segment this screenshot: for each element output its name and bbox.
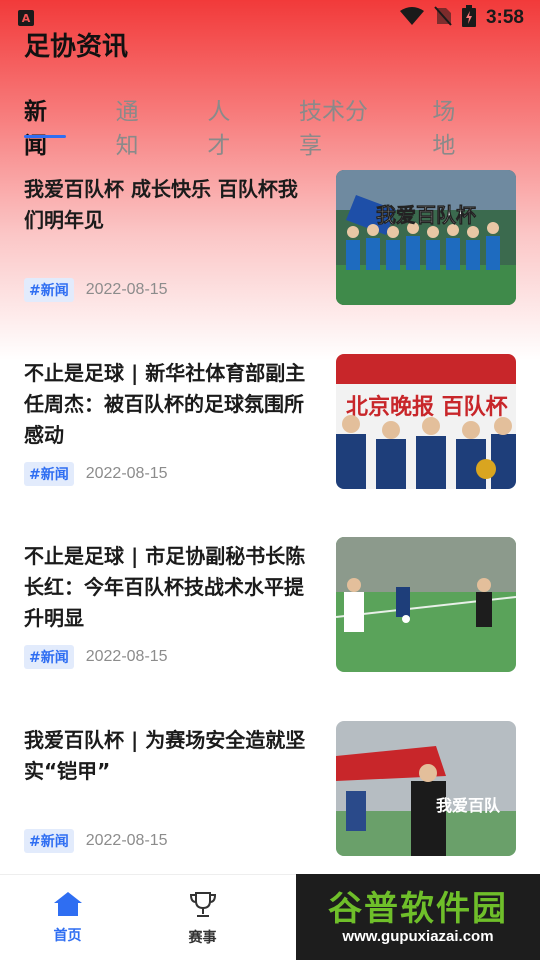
news-item[interactable]: 不止是足球 | 市足协副秘书长陈长红：今年百队杯技战术水平提升明显 #新闻 20… [0, 537, 540, 721]
news-title: 不止是足球 | 新华社体育部副主任周杰：被百队杯的足球氛围所感动 [24, 360, 306, 447]
thumb-caption: 北京晚报 百队杯 [346, 394, 508, 420]
news-meta: #新闻 2022-08-15 [24, 461, 168, 486]
thumb-caption: 我爱百队杯 [376, 203, 476, 227]
notification-app-icon: A [18, 10, 34, 26]
news-meta: #新闻 2022-08-15 [24, 828, 168, 853]
news-item[interactable]: 我爱百队杯 成长快乐 百队杯我们明年见 #新闻 2022-08-15 我爱百队杯 [0, 170, 540, 354]
news-tag: #新闻 [24, 828, 74, 853]
news-tag: #新闻 [24, 645, 74, 669]
nav-events[interactable]: 赛事 [135, 875, 270, 960]
thumb-caption: 我爱百队 [436, 796, 501, 815]
trophy-icon [188, 891, 218, 923]
nav-home[interactable]: 首页 [0, 875, 135, 960]
tab-tech-share[interactable]: 技术分享 [299, 92, 382, 159]
watermark-logo: 谷普软件园 www.gupuxiazai.com [296, 874, 540, 960]
news-item[interactable]: 不止是足球 | 新华社体育部副主任周杰：被百队杯的足球氛围所感动 #新闻 202… [0, 353, 540, 538]
battery-charging-icon [461, 5, 476, 31]
news-date: 2022-08-15 [85, 281, 168, 298]
nav-label: 赛事 [188, 930, 217, 946]
watermark-url: www.gupuxiazai.com [342, 927, 494, 945]
news-meta: #新闻 2022-08-15 [24, 278, 168, 302]
news-thumbnail: 北京晚报 百队杯 [336, 353, 516, 489]
news-date: 2022-08-15 [85, 648, 168, 665]
news-tag: #新闻 [24, 278, 74, 302]
news-thumbnail: 我爱百队杯 [336, 170, 516, 305]
tab-venue[interactable]: 场地 [432, 92, 474, 159]
news-thumbnail [336, 537, 516, 672]
watermark-title: 谷普软件园 [328, 888, 508, 929]
category-tabs: 新闻 通知 人才 技术分享 场地 [24, 92, 524, 159]
news-title: 我爱百队杯 成长快乐 百队杯我们明年见 [24, 177, 298, 232]
tab-talent[interactable]: 人才 [207, 92, 249, 159]
status-time: 3:58 [485, 7, 524, 28]
news-title: 我爱百队杯 | 为赛场安全造就坚实“铠甲” [24, 727, 306, 783]
news-date: 2022-08-15 [85, 464, 168, 482]
news-list: 我爱百队杯 成长快乐 百队杯我们明年见 #新闻 2022-08-15 我爱百队杯… [0, 170, 540, 904]
nav-label: 首页 [53, 928, 82, 944]
page-title: 足协资讯 [24, 32, 129, 62]
news-date: 2022-08-15 [85, 831, 168, 849]
no-sim-icon [434, 6, 452, 30]
news-meta: #新闻 2022-08-15 [24, 645, 168, 669]
home-icon [53, 891, 83, 921]
news-title: 不止是足球 | 市足协副秘书长陈长红：今年百队杯技战术水平提升明显 [24, 544, 306, 630]
wifi-icon [399, 7, 424, 29]
tab-news[interactable]: 新闻 [24, 92, 66, 159]
news-tag: #新闻 [24, 461, 74, 486]
tab-notice[interactable]: 通知 [116, 92, 158, 159]
news-thumbnail: 我爱百队 [336, 720, 516, 856]
